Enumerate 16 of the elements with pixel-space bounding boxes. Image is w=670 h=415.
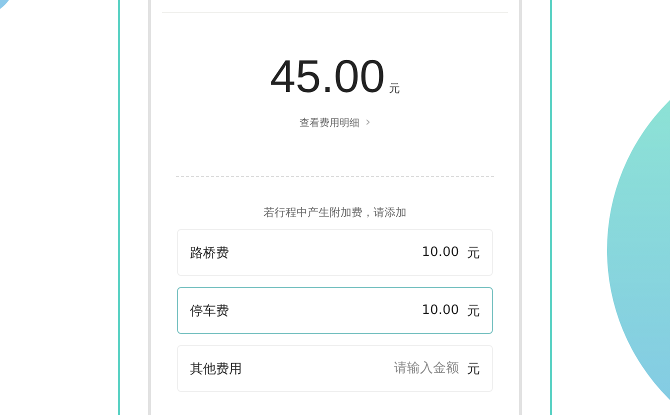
fee-details-link[interactable]: 查看费用明细 › [299, 115, 371, 130]
fee-row[interactable]: 停车费 10.00 元 [177, 287, 493, 334]
amount-input[interactable]: 10.00 [229, 302, 461, 319]
fee-label: 路桥费 [190, 244, 229, 262]
currency-unit: 元 [389, 81, 400, 96]
currency-unit: 元 [467, 302, 480, 320]
total-amount: 45.00 [270, 51, 386, 101]
fee-label: 停车费 [190, 302, 229, 320]
amount-input[interactable]: 10.00 [229, 244, 461, 261]
currency-unit: 元 [467, 244, 480, 262]
currency-unit: 元 [467, 360, 480, 378]
fee-row[interactable]: 其他费用 请输入金额 元 [177, 345, 493, 392]
amount-input[interactable]: 请输入金额 [242, 360, 461, 377]
fee-label: 其他费用 [190, 360, 242, 378]
surcharge-hint: 若行程中产生附加费，请添加 [264, 205, 406, 220]
fee-row[interactable]: 路桥费 10.00 元 [177, 229, 493, 276]
